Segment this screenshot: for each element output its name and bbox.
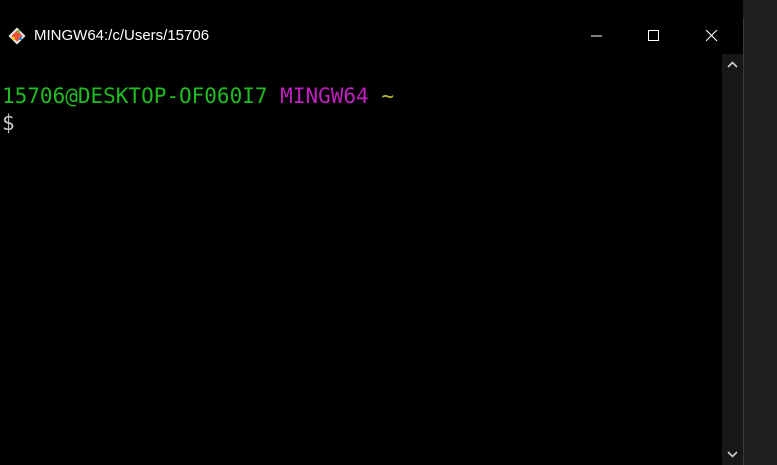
prompt-user-host: 15706@DESKTOP-OF060I7 xyxy=(2,84,268,108)
window-top-strip xyxy=(0,0,743,18)
scroll-up-button[interactable] xyxy=(722,56,743,76)
prompt-path: ~ xyxy=(381,84,394,108)
minimize-icon xyxy=(591,35,602,37)
chevron-down-icon xyxy=(727,451,738,458)
terminal-output[interactable]: 15706@DESKTOP-OF060I7 MINGW64 ~ $ xyxy=(0,54,722,465)
terminal-window: MINGW64:/c/Users/15706 15706@DESKTOP-OF0… xyxy=(0,0,743,465)
close-button[interactable] xyxy=(689,18,735,54)
window-border xyxy=(743,18,744,465)
chevron-up-icon xyxy=(727,61,738,68)
close-icon xyxy=(706,30,718,42)
window-title: MINGW64:/c/Users/15706 xyxy=(34,27,210,44)
prompt-system: MINGW64 xyxy=(280,84,369,108)
maximize-button[interactable] xyxy=(631,18,677,54)
input-line[interactable]: $ xyxy=(2,109,15,137)
prompt-symbol: $ xyxy=(2,111,15,135)
vertical-scrollbar[interactable] xyxy=(722,54,743,465)
maximize-icon xyxy=(648,30,659,41)
git-bash-icon xyxy=(8,27,26,45)
minimize-button[interactable] xyxy=(574,18,620,54)
scroll-down-button[interactable] xyxy=(722,445,743,465)
desktop-background xyxy=(743,0,777,465)
prompt-line: 15706@DESKTOP-OF060I7 MINGW64 ~ xyxy=(2,82,394,110)
title-bar[interactable]: MINGW64:/c/Users/15706 xyxy=(0,18,743,54)
